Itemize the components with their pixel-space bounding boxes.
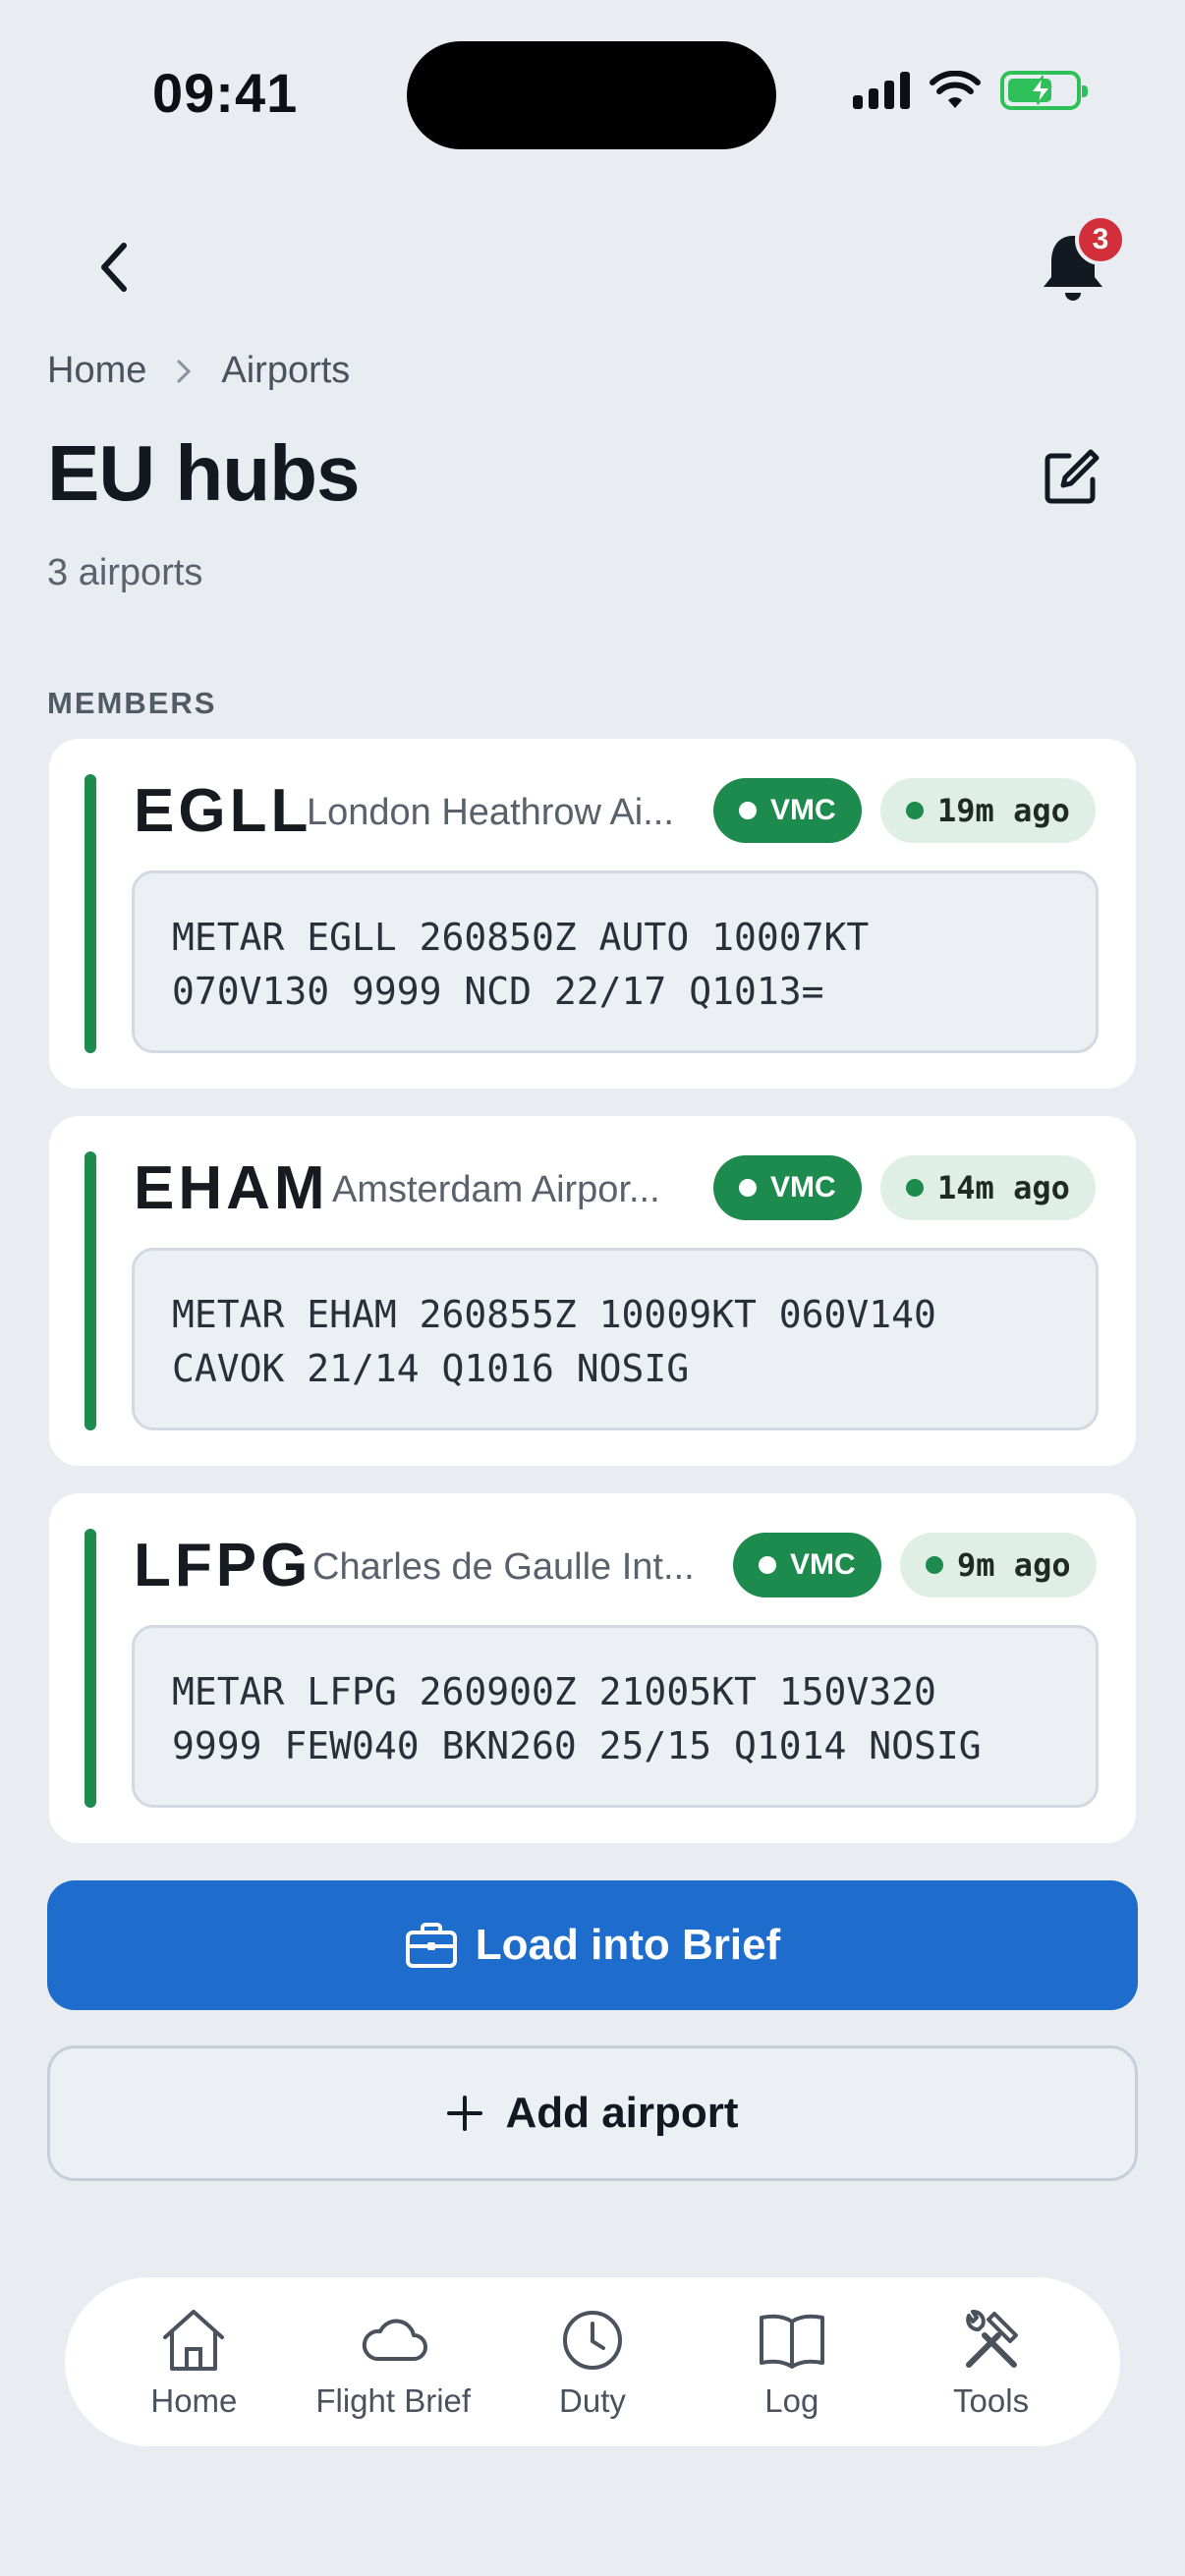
briefcase-icon (405, 1923, 457, 1968)
airport-card-lfpg[interactable]: LFPG Charles de Gaulle Int... VMC 9m ago… (49, 1493, 1136, 1843)
status-dot-icon (739, 1179, 757, 1197)
breadcrumb-current[interactable]: Airports (221, 350, 350, 392)
flight-category-badge: VMC (713, 778, 862, 843)
load-into-brief-button[interactable]: Load into Brief (47, 1880, 1138, 2010)
flight-category-label: VMC (770, 1171, 836, 1204)
load-into-brief-label: Load into Brief (475, 1921, 781, 1969)
add-airport-button[interactable]: Add airport (47, 2045, 1138, 2181)
book-icon (759, 2314, 824, 2369)
cellular-signal-icon (853, 72, 910, 109)
observation-age-badge: 19m ago (880, 778, 1096, 843)
tab-duty[interactable]: Duty (494, 2304, 691, 2420)
tab-label: Tools (953, 2382, 1030, 2419)
flight-category-badge: VMC (733, 1533, 881, 1597)
airport-icao: EGLL (134, 777, 312, 845)
tab-tools[interactable]: Tools (893, 2304, 1090, 2420)
dynamic-island (407, 41, 776, 149)
home-icon (163, 2310, 225, 2371)
status-time: 09:41 (152, 62, 299, 124)
cloud-icon (363, 2319, 428, 2361)
page-subtitle: 3 airports (47, 552, 203, 593)
wifi-icon (930, 71, 981, 108)
tab-log[interactable]: Log (694, 2304, 890, 2420)
airport-card-eham[interactable]: EHAM Amsterdam Airpor... VMC 14m ago MET… (49, 1116, 1136, 1466)
tab-label: Log (764, 2382, 819, 2419)
airport-card-egll[interactable]: EGLL London Heathrow Ai... VMC 19m ago M… (49, 739, 1136, 1089)
bottom-tab-bar: Home Flight Brief Duty Log Tools (65, 2277, 1120, 2446)
tools-icon (965, 2310, 1018, 2368)
status-dot-icon (906, 1179, 924, 1197)
tab-label: Home (150, 2382, 238, 2419)
edit-button[interactable] (1040, 446, 1102, 509)
breadcrumb-home[interactable]: Home (47, 350, 146, 392)
status-dot-icon (739, 802, 757, 819)
observation-age-label: 9m ago (957, 1546, 1071, 1584)
metar-text: METAR EGLL 260850Z AUTO 10007KT 070V130 … (132, 870, 1099, 1053)
airport-name: Amsterdam Airpor... (332, 1169, 660, 1210)
airport-icao: EHAM (134, 1154, 329, 1222)
status-dot-icon (759, 1556, 776, 1574)
status-bar: 09:41 (0, 0, 1185, 187)
section-label: MEMBERS (47, 686, 217, 720)
airport-name: London Heathrow Ai... (307, 792, 674, 833)
status-accent-bar (85, 1151, 96, 1430)
status-accent-bar (85, 774, 96, 1053)
status-dot-icon (926, 1556, 943, 1574)
page-title: EU hubs (47, 429, 360, 517)
chevron-right-icon (177, 360, 192, 382)
airport-icao: LFPG (134, 1532, 312, 1599)
airport-name: Charles de Gaulle Int... (312, 1546, 695, 1588)
battery-charging-icon (1000, 71, 1088, 110)
back-button[interactable] (79, 232, 149, 303)
metar-text: METAR LFPG 260900Z 21005KT 150V320 9999 … (132, 1625, 1099, 1808)
status-accent-bar (85, 1529, 96, 1808)
tab-label: Flight Brief (315, 2382, 472, 2419)
notification-badge: 3 (1075, 214, 1126, 265)
plus-icon (447, 2096, 483, 2131)
flight-category-badge: VMC (713, 1155, 862, 1220)
metar-text: METAR EHAM 260855Z 10009KT 060V140 CAVOK… (132, 1248, 1099, 1430)
tab-label: Duty (559, 2382, 626, 2419)
clock-icon (562, 2311, 622, 2370)
observation-age-label: 19m ago (937, 792, 1070, 829)
observation-age-badge: 14m ago (880, 1155, 1096, 1220)
breadcrumb: Home Airports (47, 350, 350, 392)
edit-icon (1044, 449, 1100, 504)
flight-category-label: VMC (770, 794, 836, 826)
tab-flight-brief[interactable]: Flight Brief (295, 2304, 491, 2420)
chevron-left-icon (101, 243, 127, 292)
add-airport-label: Add airport (505, 2089, 739, 2137)
flight-category-label: VMC (790, 1548, 856, 1581)
observation-age-label: 14m ago (937, 1169, 1070, 1206)
tab-home[interactable]: Home (95, 2304, 292, 2420)
status-icons (853, 71, 1088, 110)
status-dot-icon (906, 802, 924, 819)
observation-age-badge: 9m ago (900, 1533, 1097, 1597)
